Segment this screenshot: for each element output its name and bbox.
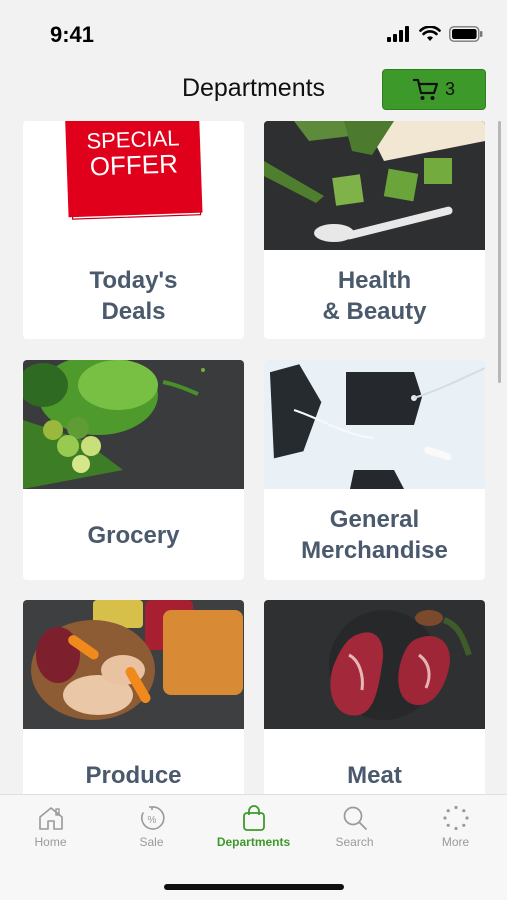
home-icon: [38, 807, 63, 830]
department-card-produce[interactable]: Produce: [23, 600, 244, 794]
department-card-meat[interactable]: Meat: [264, 600, 485, 794]
department-label: General Merchandise: [301, 506, 448, 564]
department-label: Health & Beauty: [322, 267, 427, 325]
sale-icon: %: [140, 806, 165, 830]
tab-label: Search: [335, 835, 374, 849]
tab-label: Sale: [139, 835, 164, 849]
department-card-todays-deals[interactable]: SPECIAL OFFER Today's Deals: [23, 121, 244, 339]
tab-label: Departments: [216, 835, 291, 849]
battery-icon: [449, 26, 483, 42]
tab-search[interactable]: Search: [304, 805, 405, 861]
cart-count-badge: 3: [444, 79, 455, 99]
department-label: Today's Deals: [89, 267, 178, 325]
special-offer-image: SPECIAL OFFER: [23, 121, 244, 250]
department-label: Produce: [85, 761, 182, 789]
more-icon: [442, 805, 469, 831]
status-icons: [387, 26, 483, 42]
aloe-vera-image: [264, 121, 485, 250]
scroll-indicator[interactable]: [498, 121, 501, 383]
status-time: 9:41: [50, 22, 95, 47]
tab-departments[interactable]: Departments: [203, 805, 304, 861]
bag-icon: [242, 805, 265, 831]
tab-label: Home: [34, 835, 67, 849]
steaks-image: [264, 600, 485, 729]
department-card-grocery[interactable]: Grocery: [23, 360, 244, 580]
svg-text:OFFER: OFFER: [89, 148, 178, 181]
tab-home[interactable]: Home: [0, 805, 101, 861]
department-label: Meat: [347, 761, 402, 789]
nav-header: Departments 3: [0, 64, 507, 118]
cart-icon: [412, 78, 439, 100]
search-icon: [343, 806, 367, 830]
home-indicator[interactable]: [164, 884, 344, 890]
vegetables-image: [23, 360, 244, 489]
tab-more[interactable]: More: [405, 805, 506, 861]
tab-sale[interactable]: % Sale: [101, 805, 202, 861]
tags-image: [264, 360, 485, 489]
cart-button[interactable]: 3: [382, 69, 486, 110]
department-label: Grocery: [87, 521, 180, 549]
signal-icon: [387, 26, 409, 42]
departments-grid: SPECIAL OFFER Today's Deals Health & Bea…: [23, 121, 485, 794]
svg-text:%: %: [147, 815, 156, 826]
meal-prep-image: [23, 600, 244, 729]
department-card-health-beauty[interactable]: Health & Beauty: [264, 121, 485, 339]
status-bar: 9:41: [0, 0, 507, 64]
tab-label: More: [441, 835, 470, 849]
wifi-icon: [419, 26, 441, 41]
department-card-general-merchandise[interactable]: General Merchandise: [264, 360, 485, 580]
